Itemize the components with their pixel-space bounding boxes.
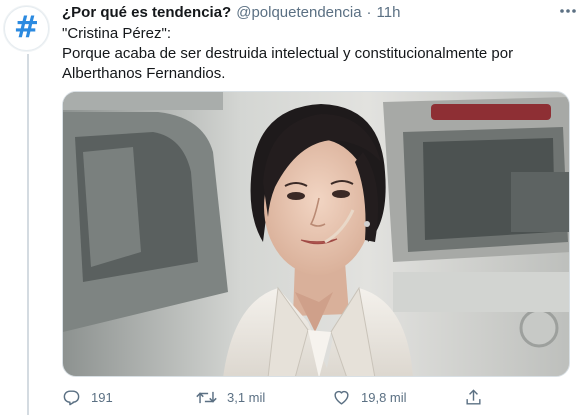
retweet-count: 3,1 mil: [227, 389, 266, 405]
author-name[interactable]: ¿Por qué es tendencia?: [62, 4, 231, 21]
author-handle[interactable]: @polquetendencia: [236, 4, 361, 21]
tweet-text-line: Alberthanos Fernandios.: [62, 65, 226, 82]
tweet-text: "Cristina Pérez": Porque acaba de ser de…: [62, 24, 562, 84]
tweet-text-line: Porque acaba de ser destruida intelectua…: [62, 45, 514, 62]
tweet-actions: 191 3,1 mil 19,8 mil: [62, 385, 570, 409]
tweet-photo[interactable]: [62, 91, 570, 377]
reply-count: 191: [91, 389, 113, 405]
thread-line: [27, 54, 29, 415]
heart-icon: [334, 390, 349, 405]
share-icon: [466, 388, 481, 405]
avatar[interactable]: #: [4, 6, 49, 51]
avatar-column: #: [4, 6, 50, 51]
share-button[interactable]: [464, 385, 483, 409]
retweet-icon: [196, 391, 217, 403]
reply-button[interactable]: 191: [62, 385, 113, 409]
separator-dot: ·: [366, 3, 372, 21]
like-count: 19,8 mil: [361, 389, 407, 405]
tweet-text-line: "Cristina Pérez":: [62, 25, 172, 42]
photo-illustration: [63, 92, 569, 376]
more-options-icon[interactable]: [558, 3, 578, 19]
tweet-timestamp[interactable]: 11h: [377, 4, 401, 21]
retweet-button[interactable]: 3,1 mil: [196, 385, 265, 409]
reply-icon: [63, 389, 80, 405]
tweet[interactable]: # ¿Por qué es tendencia? @polquetendenci…: [0, 0, 588, 415]
like-button[interactable]: 19,8 mil: [332, 385, 407, 409]
tweet-header: ¿Por qué es tendencia? @polquetendencia …: [62, 2, 400, 22]
hashtag-icon: #: [13, 10, 40, 45]
